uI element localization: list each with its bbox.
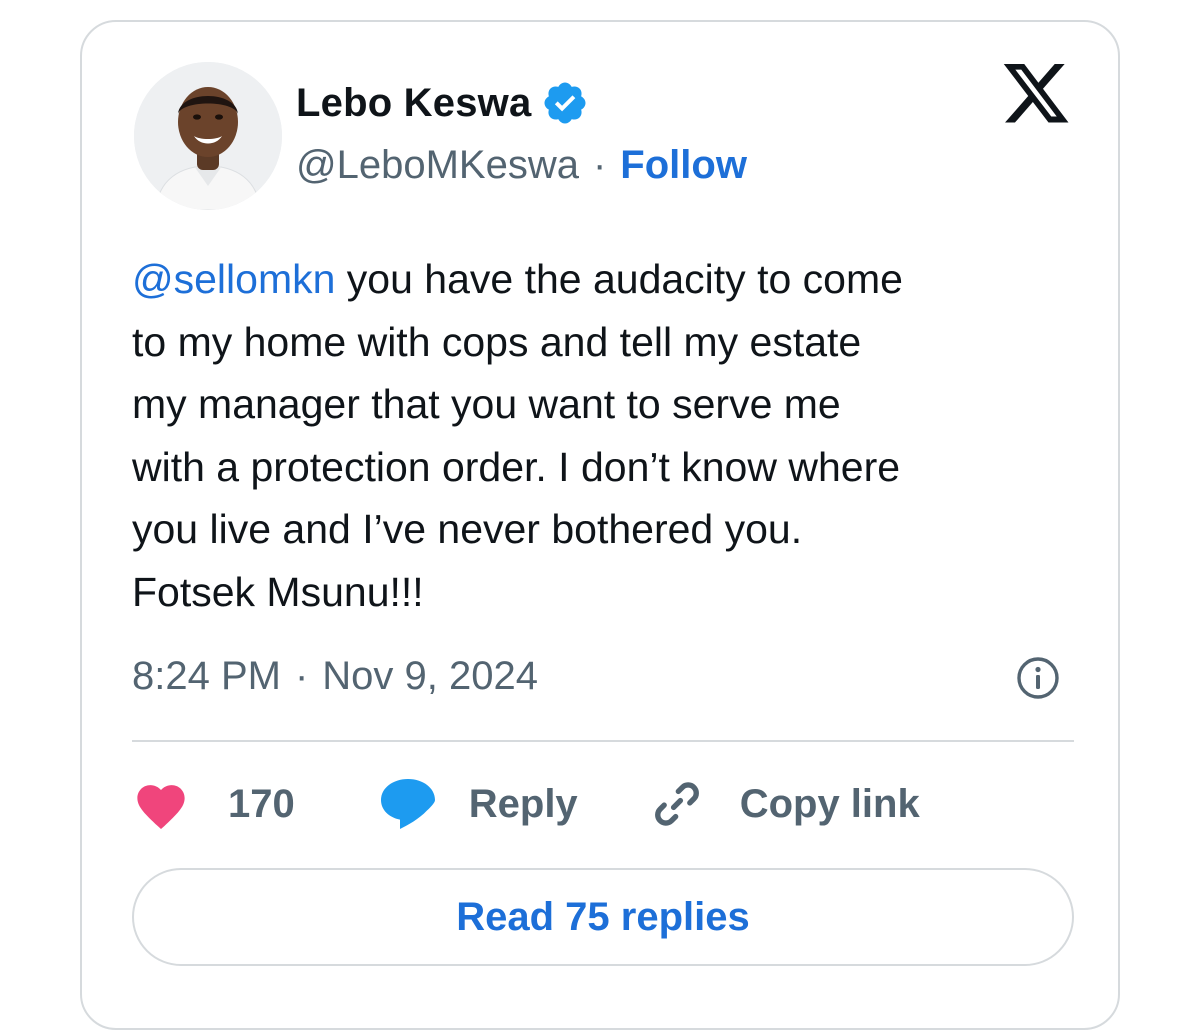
divider — [132, 740, 1074, 742]
reply-button[interactable]: Reply — [379, 777, 578, 831]
author-handle-row: @LeboMKeswa · Follow — [296, 140, 747, 190]
avatar[interactable] — [134, 62, 282, 210]
like-count: 170 — [228, 781, 295, 826]
profile-photo — [134, 62, 282, 210]
x-logo-icon[interactable] — [1000, 64, 1072, 130]
reply-label: Reply — [468, 781, 578, 826]
timestamp-separator: · — [294, 653, 309, 698]
author-display-name[interactable]: Lebo Keswa — [296, 81, 531, 126]
verified-badge-icon — [541, 79, 589, 127]
copy-link-label: Copy link — [739, 781, 920, 826]
embedded-tweet-card: Lebo Keswa @LeboMKeswa · Follow @sellomk… — [80, 20, 1120, 1030]
tweet-body: you have the audacity to come to my home… — [132, 256, 903, 615]
tweet-mention-link[interactable]: @sellomkn — [132, 256, 335, 302]
like-button[interactable]: 170 — [132, 778, 295, 830]
heart-icon — [137, 785, 185, 830]
author-name-row: Lebo Keswa — [296, 78, 589, 128]
info-icon[interactable] — [1016, 656, 1060, 700]
tweet-text: @sellomkn you have the audacity to come … — [132, 248, 1082, 623]
follow-button[interactable]: Follow — [620, 143, 747, 188]
link-icon — [654, 782, 699, 826]
speech-bubble-icon — [380, 779, 435, 829]
handle-separator: · — [592, 142, 607, 187]
tweet-timestamp-row[interactable]: 8:24 PM · Nov 9, 2024 — [132, 648, 538, 704]
tweet-time: 8:24 PM — [132, 653, 281, 698]
tweet-actions: 170 Reply Copy link — [132, 774, 920, 834]
copy-link-button[interactable]: Copy link — [650, 777, 920, 831]
tweet-date: Nov 9, 2024 — [322, 653, 538, 698]
read-replies-button[interactable]: Read 75 replies — [132, 868, 1074, 966]
author-handle[interactable]: @LeboMKeswa — [296, 143, 579, 188]
